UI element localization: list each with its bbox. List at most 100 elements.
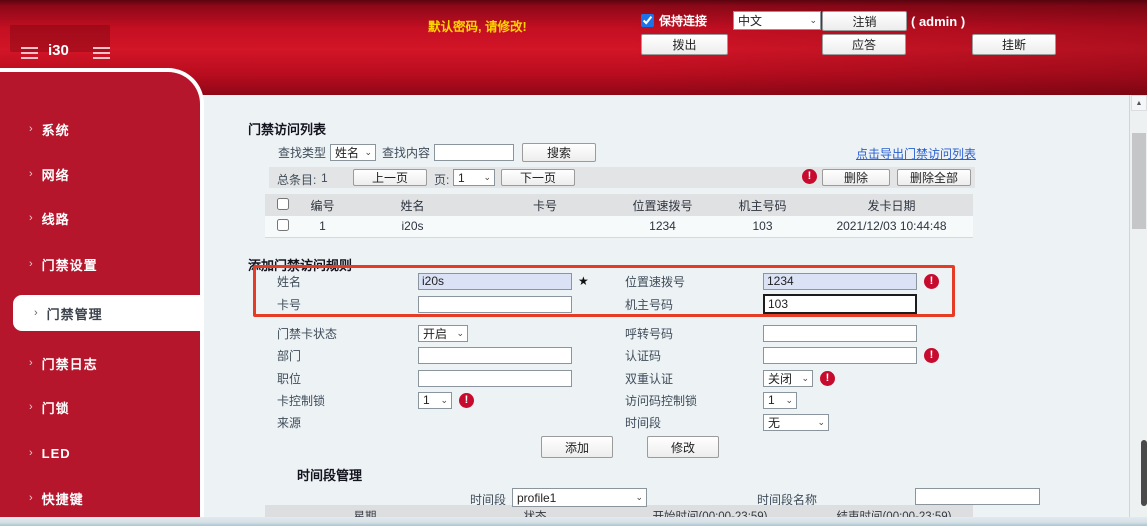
position-label: 职位 [277,370,418,387]
logged-in-user-badge: ( admin ) [911,14,965,29]
access-control-admin-page: i30 默认密码, 请修改! 保持连接 中文 ⌄ 注销 ( admin ) 拨出… [0,0,1147,526]
device-logo: i30 [48,42,69,59]
owner-number-label: 机主号码 [625,296,763,313]
vertical-scrollbar[interactable]: ▲ [1129,95,1147,517]
required-star-icon: ★ [578,274,589,288]
form-row-7: 来源 时间段 无 ⌄ [277,412,829,432]
chevron-right-icon: › [29,169,33,180]
sidebar-item-network[interactable]: › 网络 [0,165,200,183]
scroll-up-arrow-icon[interactable]: ▲ [1131,95,1147,111]
dial-out-button[interactable]: 拨出 [641,34,728,55]
col-header-card: 卡号 [480,194,610,216]
sidebar-item-hotkey[interactable]: › 快捷键 [0,489,200,507]
table-header-row: 编号 姓名 卡号 位置速拨号 机主号码 发卡日期 [265,194,973,216]
time-period-label: 时间段 [625,414,763,431]
cell-speed-dial: 1234 [610,216,715,237]
warning-icon[interactable]: ! [924,274,939,289]
language-select[interactable]: 中文 ⌄ [733,11,821,30]
card-lock-select[interactable]: 1 ⌄ [418,392,452,409]
sidebar-item-door-lock[interactable]: › 门锁 [0,398,200,416]
double-auth-label: 双重认证 [625,370,763,387]
owner-number-input[interactable] [763,294,917,314]
access-code-lock-label: 访问码控制锁 [625,392,763,409]
scrollbar-thumb[interactable] [1132,133,1146,229]
sidebar-item-system[interactable]: › 系统 [0,120,200,138]
sidebar-item-line[interactable]: › 线路 [0,209,200,227]
overlay-scrollbar-thumb[interactable] [1141,440,1147,506]
sidebar-nav: › 系统 › 网络 › 线路 › 门禁设置 › 门禁管理 › 门禁日志 › 门锁… [0,68,204,517]
hamburger-menu-icon[interactable] [21,47,38,59]
warning-icon[interactable]: ! [820,371,835,386]
total-value: 1 [321,171,328,185]
double-auth-select[interactable]: 关闭 ⌄ [763,370,813,387]
prev-page-button[interactable]: 上一页 [353,169,427,186]
main-content: 门禁访问列表 查找类型 姓名 ⌄ 查找内容 搜索 点击导出门禁访问列表 总条目:… [204,95,1129,519]
speed-dial-label: 位置速拨号 [625,273,763,290]
delete-button[interactable]: 删除 [822,169,890,186]
add-button[interactable]: 添加 [541,436,613,458]
page-label: 页: [434,171,449,188]
row-checkbox[interactable] [277,219,289,231]
select-all-checkbox[interactable] [277,198,289,210]
period-mgmt-title: 时间段管理 [297,465,362,484]
total-label: 总条目: [277,171,316,188]
sidebar-item-led[interactable]: › LED [0,444,200,462]
col-header-number: 编号 [300,194,345,216]
col-header-owner: 机主号码 [715,194,810,216]
sidebar-item-access-management-selected[interactable]: › 门禁管理 [13,295,204,331]
chevron-right-icon: › [34,308,38,319]
period-name-input[interactable] [915,488,1040,505]
keep-alive-checkbox[interactable] [641,14,654,27]
search-content-input[interactable] [434,144,514,161]
search-button[interactable]: 搜索 [522,143,596,162]
export-access-list-link[interactable]: 点击导出门禁访问列表 [856,145,976,162]
warning-icon[interactable]: ! [459,393,474,408]
chevron-right-icon: › [29,402,33,413]
warning-icon[interactable]: ! [802,169,817,184]
modify-button[interactable]: 修改 [647,436,719,458]
next-page-button[interactable]: 下一页 [501,169,575,186]
sidebar-item-access-settings[interactable]: › 门禁设置 [0,255,200,273]
delete-all-button[interactable]: 删除全部 [897,169,971,186]
position-input[interactable] [418,370,572,387]
chevron-right-icon: › [29,213,33,224]
speed-dial-input[interactable] [763,273,917,290]
card-number-label: 卡号 [277,296,418,313]
page-select[interactable]: 1 ⌄ [453,169,495,186]
card-lock-label: 卡控制锁 [277,392,418,409]
answer-button[interactable]: 应答 [822,34,906,55]
cell-name: i20s [345,216,480,237]
name-input[interactable] [418,273,572,290]
chevron-right-icon: › [29,358,33,369]
access-list-table: 编号 姓名 卡号 位置速拨号 机主号码 发卡日期 1 i20s 1234 103… [265,194,973,238]
auth-code-input[interactable] [763,347,917,364]
hangup-button[interactable]: 挂断 [972,34,1056,55]
form-row-4: 部门 认证码 ! [277,345,939,365]
warning-icon[interactable]: ! [924,348,939,363]
logout-button[interactable]: 注销 [822,11,907,31]
access-code-lock-select[interactable]: 1 ⌄ [763,392,797,409]
chevron-down-icon: ⌄ [483,173,491,182]
chevron-down-icon: ⌄ [364,148,372,157]
name-label: 姓名 [277,273,418,290]
card-state-select[interactable]: 开启 ⌄ [418,325,468,342]
forward-number-input[interactable] [763,325,917,342]
search-row: 查找类型 姓名 ⌄ 查找内容 搜索 [278,143,596,161]
department-label: 部门 [277,347,418,364]
form-row-5: 职位 双重认证 关闭 ⌄ ! [277,368,835,388]
department-input[interactable] [418,347,572,364]
card-number-input[interactable] [418,296,572,313]
time-period-select[interactable]: 无 ⌄ [763,414,829,431]
language-value: 中文 [738,12,762,29]
keep-alive-control: 保持连接 [641,12,707,29]
period-profile-select[interactable]: profile1 ⌄ [512,488,647,507]
forward-number-label: 呼转号码 [625,325,763,342]
col-header-name: 姓名 [345,194,480,216]
chevron-right-icon: › [29,493,33,504]
sidebar-item-access-log[interactable]: › 门禁日志 [0,354,200,372]
cell-card [480,216,610,237]
search-type-select[interactable]: 姓名 ⌄ [330,144,376,161]
hamburger-menu-icon-right[interactable] [93,47,110,59]
access-list-title: 门禁访问列表 [248,119,326,138]
cell-issue-date: 2021/12/03 10:44:48 [810,216,973,237]
